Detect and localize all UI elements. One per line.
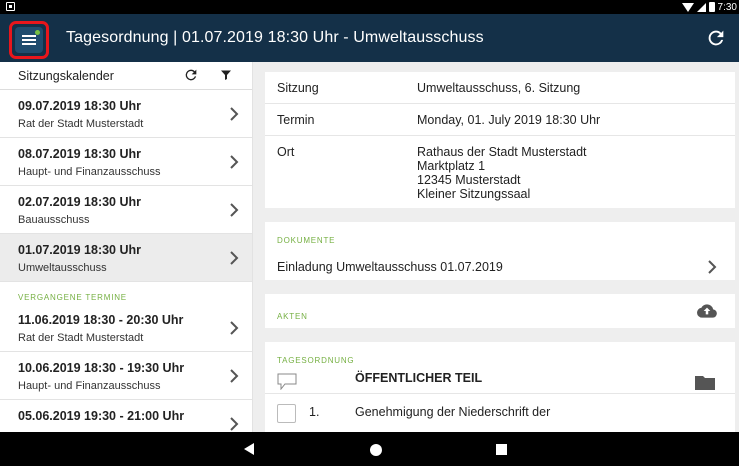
ort-address: Rathaus der Stadt Musterstadt Marktplatz… <box>417 145 587 201</box>
back-icon[interactable] <box>244 443 254 455</box>
meeting-date: 08.07.2019 18:30 Uhr <box>18 147 142 161</box>
meeting-body: Haupt- und Finanzausschuss <box>18 166 161 178</box>
documents-label: DOKUMENTE <box>277 236 336 245</box>
android-nav-bar <box>0 432 739 466</box>
ort-label: Ort <box>277 145 295 159</box>
page-title: Tagesordnung | 01.07.2019 18:30 Uhr - Um… <box>66 29 484 46</box>
ort-line: Marktplatz 1 <box>417 159 486 173</box>
termin-label: Termin <box>277 113 315 127</box>
menu-highlight <box>9 21 49 59</box>
sidebar-title: Sitzungskalender <box>18 69 114 83</box>
meeting-body: Umweltausschuss <box>18 262 107 274</box>
chevron-right-icon <box>230 321 239 335</box>
chevron-right-icon <box>230 107 239 121</box>
info-row-sitzung: Sitzung Umweltausschuss, 6. Sitzung <box>265 72 735 104</box>
meeting-item[interactable]: 10.06.2019 18:30 - 19:30 Uhr Haupt- und … <box>0 352 252 400</box>
meeting-body: Bauausschuss <box>18 214 90 226</box>
akten-card: AKTEN <box>265 294 735 328</box>
info-row-ort: Ort Rathaus der Stadt Musterstadt Marktp… <box>265 136 735 208</box>
speech-bubble-icon <box>277 373 297 390</box>
meeting-date: 11.06.2019 18:30 - 20:30 Uhr <box>18 313 184 327</box>
meeting-item[interactable]: 11.06.2019 18:30 - 20:30 Uhr Rat der Sta… <box>0 304 252 352</box>
meeting-date: 05.06.2019 19:30 - 21:00 Uhr <box>18 409 185 423</box>
status-bar: 7:30 <box>0 0 739 14</box>
meeting-body: Rat der Stadt Musterstadt <box>18 118 144 130</box>
refresh-icon[interactable] <box>183 67 199 83</box>
cloud-upload-icon[interactable] <box>697 304 717 318</box>
notification-dot <box>35 30 40 35</box>
chevron-right-icon <box>230 369 239 383</box>
chevron-right-icon <box>708 260 717 274</box>
refresh-icon[interactable] <box>705 27 727 49</box>
meeting-body: Haupt- und Finanzausschuss <box>18 380 161 392</box>
meeting-date: 09.07.2019 18:30 Uhr <box>18 99 142 113</box>
agenda-item[interactable]: 1. Genehmigung der Niederschrift der <box>265 395 735 425</box>
meeting-date: 10.06.2019 18:30 - 19:30 Uhr <box>18 361 185 375</box>
meeting-item-selected[interactable]: 01.07.2019 18:30 Uhr Umweltausschuss <box>0 234 252 282</box>
sitzung-label: Sitzung <box>277 81 319 95</box>
meeting-date: 02.07.2019 18:30 Uhr <box>18 195 142 209</box>
chevron-right-icon <box>230 155 239 169</box>
app-bar: Tagesordnung | 01.07.2019 18:30 Uhr - Um… <box>0 14 739 62</box>
battery-icon <box>708 2 715 12</box>
menu-button[interactable] <box>15 27 43 53</box>
meeting-body: Rat der Stadt Musterstadt <box>18 332 144 344</box>
meeting-date: 01.07.2019 18:30 Uhr <box>18 243 142 257</box>
agenda-item-checkbox[interactable] <box>277 404 296 423</box>
meeting-sidebar: Sitzungskalender 09.07.2019 18:30 Uhr Ra… <box>0 62 253 432</box>
chevron-right-icon <box>230 417 239 431</box>
termin-value: Monday, 01. July 2019 18:30 Uhr <box>417 113 601 127</box>
meeting-item[interactable]: 09.07.2019 18:30 Uhr Rat der Stadt Muste… <box>0 90 252 138</box>
sitzung-value: Umweltausschuss, 6. Sitzung <box>417 81 581 95</box>
meeting-item[interactable]: 08.07.2019 18:30 Uhr Haupt- und Finanzau… <box>0 138 252 186</box>
folder-icon[interactable] <box>695 374 715 390</box>
meeting-info-card: Sitzung Umweltausschuss, 6. Sitzung Term… <box>265 72 735 208</box>
notification-icon <box>6 2 15 11</box>
agenda-card: TAGESORDNUNG ÖFFENTLICHER TEIL 1. Genehm… <box>265 342 735 432</box>
meeting-detail: Sitzung Umweltausschuss, 6. Sitzung Term… <box>253 62 739 432</box>
chevron-right-icon <box>230 251 239 265</box>
filter-icon[interactable] <box>220 69 232 81</box>
agenda-section-title: ÖFFENTLICHER TEIL <box>355 371 483 385</box>
documents-card: DOKUMENTE Einladung Umweltausschuss 01.0… <box>265 222 735 280</box>
sidebar-header: Sitzungskalender <box>0 62 252 90</box>
past-meetings-label: VERGANGENE TERMINE <box>18 293 127 302</box>
recent-apps-icon[interactable] <box>496 444 507 455</box>
wifi-icon <box>681 2 694 12</box>
agenda-section-row[interactable]: ÖFFENTLICHER TEIL <box>265 362 735 394</box>
status-icons: 7:30 <box>681 1 737 13</box>
home-icon[interactable] <box>370 444 382 456</box>
meeting-item[interactable]: 02.07.2019 18:30 Uhr Bauausschuss <box>0 186 252 234</box>
ort-line: Rathaus der Stadt Musterstadt <box>417 145 587 159</box>
agenda-item-text: Genehmigung der Niederschrift der <box>355 405 551 419</box>
chevron-right-icon <box>230 203 239 217</box>
akten-label: AKTEN <box>277 312 308 321</box>
document-title: Einladung Umweltausschuss 01.07.2019 <box>277 260 503 274</box>
info-row-termin: Termin Monday, 01. July 2019 18:30 Uhr <box>265 104 735 136</box>
agenda-item-number: 1. <box>309 405 320 419</box>
ort-line: Kleiner Sitzungssaal <box>417 187 531 201</box>
ort-line: 12345 Musterstadt <box>417 173 521 187</box>
meeting-item[interactable]: 05.06.2019 19:30 - 21:00 Uhr <box>0 400 252 432</box>
signal-icon <box>696 2 706 12</box>
status-clock: 7:30 <box>717 1 737 13</box>
